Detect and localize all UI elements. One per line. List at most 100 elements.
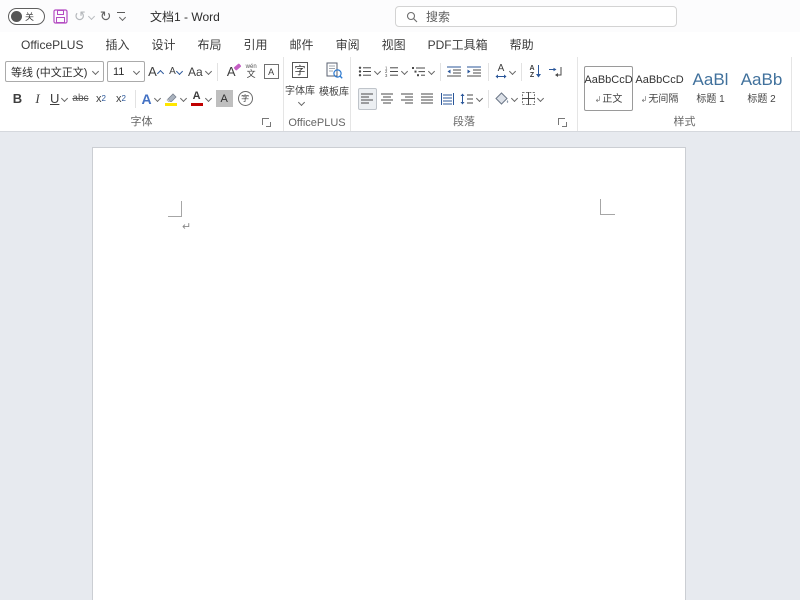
style-heading-1[interactable]: AaBl 标题 1: [686, 66, 735, 111]
sort-button[interactable]: AZ: [526, 61, 545, 83]
bold-button[interactable]: B: [8, 88, 27, 110]
paragraph-dialog-launcher[interactable]: [558, 118, 567, 127]
ribbon: 等线 (中文正文) 11 A A Aa: [0, 57, 800, 132]
chevron-down-icon: [133, 68, 140, 75]
chevron-down-icon: [154, 95, 161, 102]
margin-crop-mark-left: [168, 201, 182, 217]
decrease-indent-button[interactable]: [445, 61, 464, 83]
shading-button[interactable]: [493, 88, 519, 110]
show-hide-marks-button[interactable]: [546, 61, 565, 83]
character-shading-icon: A: [216, 90, 233, 107]
caret-up-icon: [157, 69, 164, 76]
asian-layout-button[interactable]: A: [493, 61, 517, 83]
font-library-button[interactable]: 字 字体库: [285, 62, 315, 105]
subscript-button[interactable]: x2: [92, 88, 111, 110]
chevron-down-icon: [509, 68, 516, 75]
undo-button[interactable]: ↺: [71, 4, 97, 28]
superscript-mark: 2: [122, 94, 126, 103]
justify-button[interactable]: [418, 88, 437, 110]
multilevel-list-button[interactable]: [410, 61, 436, 83]
tab-design[interactable]: 设计: [141, 32, 187, 57]
save-button[interactable]: [50, 4, 71, 28]
character-shading-button[interactable]: A: [214, 88, 235, 110]
font-library-label: 字体库: [285, 82, 315, 97]
document-canvas: ↵: [0, 132, 800, 600]
change-case-icon: Aa: [188, 65, 203, 79]
tab-view[interactable]: 视图: [371, 32, 417, 57]
style-no-spacing[interactable]: AaBbCcD ↲无间隔: [635, 66, 684, 111]
align-center-button[interactable]: [378, 88, 397, 110]
text-effects-icon: A: [142, 91, 152, 107]
style-preview: AaBl: [693, 72, 729, 88]
italic-button[interactable]: I: [28, 88, 47, 110]
search-box[interactable]: 搜索: [395, 6, 677, 27]
grow-font-icon: A: [148, 64, 157, 79]
divider: [217, 63, 218, 81]
grow-font-button[interactable]: A: [146, 61, 165, 83]
bullets-button[interactable]: [356, 61, 382, 83]
document-page[interactable]: ↵: [92, 147, 686, 600]
highlight-color-button[interactable]: [163, 88, 188, 110]
tab-pdf-toolbox[interactable]: PDF工具箱: [417, 32, 499, 57]
superscript-button[interactable]: x2: [112, 88, 131, 110]
underline-icon: U: [50, 91, 59, 106]
underline-button[interactable]: U: [48, 88, 69, 110]
distribute-button[interactable]: [438, 88, 457, 110]
borders-icon: [522, 92, 535, 105]
justify-icon: [421, 93, 434, 104]
customize-quick-access-button[interactable]: [114, 4, 128, 28]
change-case-button[interactable]: Aa: [186, 61, 213, 83]
tab-layout[interactable]: 布局: [187, 32, 233, 57]
chevron-down-icon: [537, 95, 544, 102]
paragraph-group-label: 段落: [351, 113, 577, 129]
line-spacing-button[interactable]: [458, 88, 484, 110]
font-library-icon: 字: [292, 62, 308, 78]
decrease-indent-icon: [447, 66, 462, 77]
style-name: ↲正文: [595, 90, 623, 105]
redo-button[interactable]: ↻: [97, 4, 115, 28]
divider: [135, 90, 136, 108]
search-placeholder: 搜索: [426, 8, 450, 25]
chevron-down-icon: [119, 14, 126, 21]
bullets-icon: [358, 66, 372, 77]
clear-formatting-button[interactable]: A: [222, 61, 241, 83]
document-title: 文档1 - Word: [150, 0, 220, 32]
tab-mailings[interactable]: 邮件: [279, 32, 325, 57]
tab-officeplus[interactable]: OfficePLUS: [10, 32, 94, 57]
phonetic-guide-button[interactable]: wén 文: [242, 61, 261, 83]
font-size-combobox[interactable]: 11: [107, 61, 145, 82]
font-name-value: 等线 (中文正文): [11, 64, 87, 80]
template-library-button[interactable]: 模板库: [319, 62, 349, 105]
borders-button[interactable]: [520, 88, 545, 110]
style-name: 标题 2: [747, 90, 775, 105]
text-effects-button[interactable]: A: [140, 88, 162, 110]
shrink-font-button[interactable]: A: [166, 61, 185, 83]
font-color-button[interactable]: A: [189, 88, 213, 110]
font-dialog-launcher[interactable]: [262, 118, 271, 127]
chevron-down-icon: [180, 95, 187, 102]
chevron-down-icon: [205, 95, 212, 102]
svg-text:3: 3: [385, 73, 388, 77]
divider: [488, 90, 489, 108]
autosave-toggle[interactable]: 关: [8, 8, 45, 25]
line-spacing-icon: [460, 93, 474, 105]
style-normal[interactable]: AaBbCcD ↲正文: [584, 66, 633, 111]
tab-insert[interactable]: 插入: [94, 32, 140, 57]
tab-review[interactable]: 审阅: [325, 32, 371, 57]
search-icon: [406, 11, 418, 23]
align-left-button[interactable]: [358, 88, 377, 110]
numbering-button[interactable]: 1 2 3: [383, 61, 409, 83]
font-name-combobox[interactable]: 等线 (中文正文): [5, 61, 104, 82]
style-heading-2[interactable]: AaBb 标题 2: [737, 66, 786, 111]
tab-references[interactable]: 引用: [233, 32, 279, 57]
strikethrough-button[interactable]: abc: [70, 88, 90, 110]
tab-help[interactable]: 帮助: [499, 32, 545, 57]
align-right-button[interactable]: [398, 88, 417, 110]
character-border-button[interactable]: A: [262, 61, 281, 83]
enclose-characters-button[interactable]: 字: [236, 88, 255, 110]
font-size-value: 11: [113, 66, 124, 78]
align-center-icon: [381, 93, 394, 104]
shrink-font-icon: A: [169, 66, 176, 77]
word-window: 关 ↺ ↻ 文档1 - Word: [0, 0, 800, 600]
increase-indent-button[interactable]: [465, 61, 484, 83]
